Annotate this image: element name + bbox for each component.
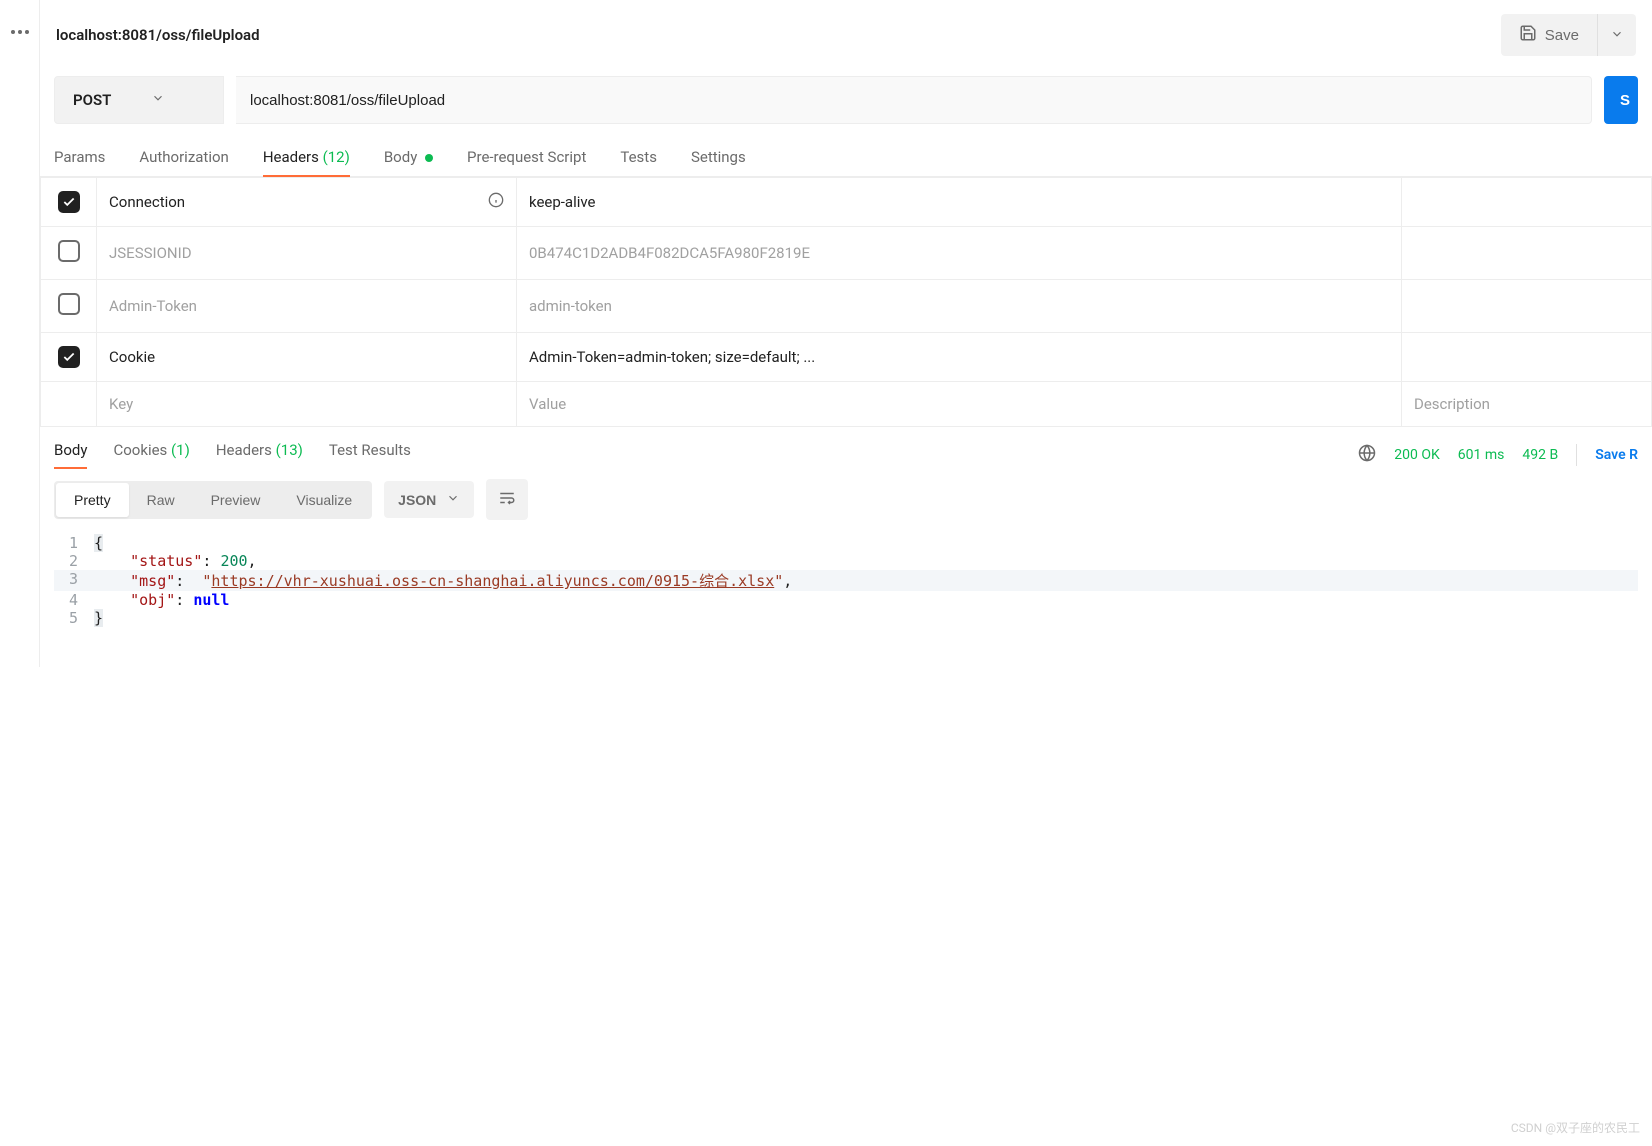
- code-text: {: [94, 534, 103, 552]
- save-response-button[interactable]: Save R: [1595, 447, 1638, 463]
- save-button-group: Save: [1501, 14, 1636, 56]
- tab-params[interactable]: Params: [54, 148, 105, 176]
- language-select[interactable]: JSON: [384, 481, 474, 518]
- code-text: null: [193, 591, 229, 609]
- tab-headers[interactable]: Headers (12): [263, 148, 350, 176]
- resp-tab-headers-count: (13): [276, 441, 303, 459]
- code-text: ": [774, 572, 783, 590]
- request-row: POST S: [40, 70, 1652, 130]
- left-rail: [0, 0, 40, 667]
- header-key-cell[interactable]: Cookie: [97, 333, 517, 382]
- response-meta: 200 OK 601 ms 492 B Save R: [1358, 444, 1638, 466]
- headers-table: Connection keep-alive JSESSIONID 0B474C1…: [40, 177, 1652, 427]
- view-raw-button[interactable]: Raw: [129, 483, 193, 517]
- send-button-label: S: [1620, 92, 1630, 109]
- header-checkbox[interactable]: [58, 240, 80, 262]
- response-status: 200 OK: [1394, 447, 1440, 463]
- code-text: 200: [220, 552, 247, 570]
- header-checkbox[interactable]: [58, 191, 80, 213]
- response-tabs: Body Cookies (1) Headers (13) Test Resul…: [40, 427, 1652, 469]
- view-visualize-button[interactable]: Visualize: [278, 483, 370, 517]
- url-box: [236, 76, 1592, 124]
- divider: [1576, 444, 1577, 466]
- main-panel: localhost:8081/oss/fileUpload Save PO: [40, 0, 1652, 667]
- response-time: 601 ms: [1458, 447, 1505, 463]
- info-icon[interactable]: [488, 192, 504, 212]
- tab-headers-label: Headers: [263, 148, 319, 166]
- response-body-editor[interactable]: 1{ 2 "status": 200, 3 "msg": "https://vh…: [40, 530, 1652, 667]
- table-row: Connection keep-alive: [41, 178, 1652, 227]
- header-value-cell[interactable]: Admin-Token=admin-token; size=default; .…: [517, 333, 1402, 382]
- header-key-placeholder[interactable]: Key: [97, 382, 517, 427]
- globe-icon[interactable]: [1358, 444, 1376, 466]
- code-text: "msg": [130, 572, 175, 590]
- resp-tab-cookies[interactable]: Cookies (1): [113, 441, 189, 469]
- code-text: "obj": [130, 591, 175, 609]
- table-row: Cookie Admin-Token=admin-token; size=def…: [41, 333, 1652, 382]
- table-row: Admin-Token admin-token: [41, 280, 1652, 333]
- http-method-label: POST: [73, 91, 111, 109]
- resp-tab-test-results[interactable]: Test Results: [329, 441, 411, 469]
- tab-body-label: Body: [384, 148, 417, 166]
- watermark: CSDN @双子座的农民工: [1511, 1119, 1640, 1136]
- header-value-cell[interactable]: admin-token: [517, 280, 1402, 333]
- tab-headers-count: (12): [323, 148, 350, 166]
- header-desc-cell[interactable]: [1402, 280, 1652, 333]
- response-size: 492 B: [1522, 447, 1558, 463]
- more-menu-icon[interactable]: [11, 30, 29, 34]
- header-key-cell[interactable]: JSESSIONID: [97, 227, 517, 280]
- wrap-lines-button[interactable]: [486, 479, 528, 520]
- resp-tab-headers[interactable]: Headers (13): [216, 441, 303, 469]
- request-tabs: Params Authorization Headers (12) Body P…: [40, 130, 1652, 177]
- chevron-down-icon: [151, 91, 165, 109]
- request-url-input[interactable]: [236, 78, 1591, 123]
- header-value-placeholder[interactable]: Value: [517, 382, 1402, 427]
- code-text: }: [94, 609, 103, 627]
- request-tab-title: localhost:8081/oss/fileUpload: [56, 26, 260, 44]
- send-button[interactable]: S: [1604, 76, 1638, 124]
- header-key-cell[interactable]: Connection: [97, 178, 517, 227]
- tab-authorization[interactable]: Authorization: [139, 148, 228, 176]
- resp-tab-cookies-count: (1): [171, 441, 190, 459]
- top-bar: localhost:8081/oss/fileUpload Save: [40, 0, 1652, 70]
- table-row: JSESSIONID 0B474C1D2ADB4F082DCA5FA980F28…: [41, 227, 1652, 280]
- tab-tests[interactable]: Tests: [620, 148, 657, 176]
- header-desc-cell[interactable]: [1402, 178, 1652, 227]
- body-changed-indicator: [425, 154, 433, 162]
- tab-pre-request[interactable]: Pre-request Script: [467, 148, 586, 176]
- code-text: https://vhr-xushuai.oss-cn-shanghai.aliy…: [211, 572, 774, 590]
- resp-tab-body[interactable]: Body: [54, 441, 87, 469]
- resp-tab-headers-label: Headers: [216, 441, 272, 459]
- resp-tab-cookies-label: Cookies: [113, 441, 167, 459]
- header-checkbox[interactable]: [58, 293, 80, 315]
- save-icon: [1519, 24, 1537, 46]
- header-value-cell[interactable]: keep-alive: [517, 178, 1402, 227]
- header-checkbox[interactable]: [58, 346, 80, 368]
- format-row: Pretty Raw Preview Visualize JSON: [40, 469, 1652, 530]
- language-select-label: JSON: [398, 492, 436, 508]
- tab-settings[interactable]: Settings: [691, 148, 746, 176]
- view-pretty-button[interactable]: Pretty: [56, 483, 129, 517]
- chevron-down-icon: [446, 491, 460, 508]
- header-desc-cell[interactable]: [1402, 227, 1652, 280]
- code-text: "status": [130, 552, 202, 570]
- table-row-new: Key Value Description: [41, 382, 1652, 427]
- save-button[interactable]: Save: [1501, 14, 1597, 56]
- http-method-select[interactable]: POST: [54, 76, 224, 124]
- tab-body[interactable]: Body: [384, 148, 433, 176]
- header-value-cell[interactable]: 0B474C1D2ADB4F082DCA5FA980F2819E: [517, 227, 1402, 280]
- save-button-label: Save: [1545, 27, 1579, 44]
- save-dropdown-button[interactable]: [1597, 14, 1636, 56]
- header-desc-cell[interactable]: [1402, 333, 1652, 382]
- view-preview-button[interactable]: Preview: [193, 483, 279, 517]
- header-desc-placeholder[interactable]: Description: [1402, 382, 1652, 427]
- header-key-cell[interactable]: Admin-Token: [97, 280, 517, 333]
- chevron-down-icon: [1610, 27, 1624, 44]
- view-mode-group: Pretty Raw Preview Visualize: [54, 481, 372, 519]
- wrap-icon: [498, 489, 516, 510]
